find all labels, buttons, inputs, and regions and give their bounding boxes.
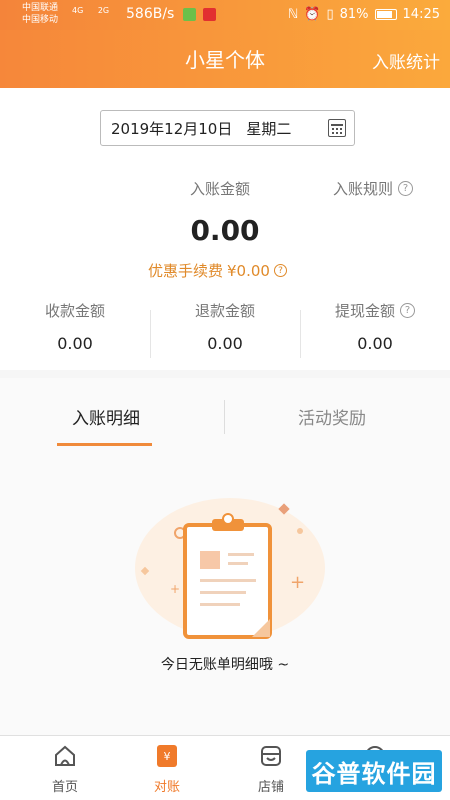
withdraw-value: 0.00 bbox=[357, 334, 393, 353]
battery-icon bbox=[374, 9, 397, 20]
receipt-value: 0.00 bbox=[57, 334, 93, 353]
active-tab-indicator bbox=[57, 443, 152, 446]
svg-text:+: + bbox=[170, 582, 180, 596]
network-1: 4G bbox=[72, 6, 84, 15]
income-rule-link[interactable]: 入账规则 ? bbox=[333, 178, 414, 199]
fee-value: ¥0.00 bbox=[227, 261, 270, 280]
fee-help-icon[interactable]: ? bbox=[273, 264, 287, 277]
date-picker[interactable]: 2019年12月10日 星期二 bbox=[100, 110, 355, 146]
status-bar: 中国联通 中国移动 4G 2G 586B/s ℕ ⏰ ▯ 81% 14:25 bbox=[0, 0, 450, 30]
alarm-icon: ⏰ bbox=[304, 7, 321, 22]
nav-reconcile[interactable]: ¥ 对账 bbox=[132, 736, 202, 800]
reconcile-icon: ¥ bbox=[157, 745, 177, 767]
receipt-column: 收款金额 0.00 bbox=[0, 300, 150, 353]
date-text: 2019年12月10日 bbox=[111, 119, 233, 138]
home-icon bbox=[55, 745, 75, 766]
help-icon: ? bbox=[398, 181, 414, 196]
discount-fee[interactable]: 优惠手续费 ¥0.00 ? bbox=[148, 260, 287, 281]
nav-home-label: 首页 bbox=[51, 780, 78, 795]
tab-income-detail[interactable]: 入账明细 bbox=[72, 404, 140, 429]
calendar-icon[interactable] bbox=[328, 119, 346, 137]
app-notification-icon bbox=[183, 8, 196, 21]
network-2: 2G bbox=[97, 6, 110, 15]
empty-state-text: 今日无账单明细哦 ~ bbox=[160, 657, 290, 673]
withdraw-label: 提现金额 bbox=[334, 302, 395, 320]
withdraw-label-group[interactable]: 提现金额 ? bbox=[335, 300, 415, 321]
store-icon bbox=[261, 746, 281, 766]
weekday-text: 星期二 bbox=[246, 119, 292, 138]
tab-activity-rewards[interactable]: 活动奖励 bbox=[298, 404, 366, 429]
nav-store-label: 店铺 bbox=[257, 780, 284, 795]
refund-column: 退款金额 0.00 bbox=[150, 300, 300, 353]
clock: 14:25 bbox=[402, 7, 440, 22]
fee-label: 优惠手续费 bbox=[148, 262, 224, 280]
tab-divider bbox=[224, 400, 225, 434]
withdraw-help-icon[interactable]: ? bbox=[400, 303, 415, 318]
nfc-icon: ℕ bbox=[287, 7, 299, 22]
carrier-2: 中国移动 bbox=[22, 15, 59, 25]
income-rule-label: 入账规则 bbox=[333, 180, 394, 198]
carrier-names: 中国联通 中国移动 bbox=[22, 2, 58, 26]
refund-value: 0.00 bbox=[207, 334, 243, 353]
app-header: 小星个体 入账统计 bbox=[0, 30, 450, 88]
battery-percent: 81% bbox=[339, 7, 369, 22]
stock-notification-icon bbox=[203, 8, 216, 21]
network-type: 4G 2G bbox=[72, 6, 109, 15]
withdraw-column: 提现金额 ? 0.00 bbox=[300, 300, 450, 353]
detail-tabs: 入账明细 活动奖励 bbox=[0, 378, 450, 448]
receipt-label: 收款金额 bbox=[44, 302, 105, 320]
summary-card: 2019年12月10日 星期二 入账金额 入账规则 ? 0.00 优惠手续费 ¥… bbox=[0, 88, 450, 370]
status-right: ℕ ⏰ ▯ 81% 14:25 bbox=[288, 7, 440, 22]
refund-label: 退款金额 bbox=[194, 302, 255, 320]
nav-home[interactable]: 首页 bbox=[30, 736, 100, 800]
amount-columns: 收款金额 0.00 退款金额 0.00 提现金额 ? 0.00 bbox=[0, 300, 450, 360]
vibrate-icon: ▯ bbox=[326, 7, 334, 22]
nav-store[interactable]: 店铺 bbox=[236, 736, 306, 800]
net-speed: 586B/s bbox=[126, 6, 175, 22]
in-amount-label: 入账金额 bbox=[190, 180, 251, 198]
empty-state: + + 今日无账单明细哦 ~ bbox=[0, 448, 450, 735]
reconcile-glyph: ¥ bbox=[164, 750, 171, 763]
svg-text:+: + bbox=[290, 572, 305, 593]
carrier-1: 中国联通 bbox=[22, 3, 59, 13]
income-stats-link[interactable]: 入账统计 bbox=[372, 48, 440, 73]
nav-reconcile-label: 对账 bbox=[153, 780, 180, 795]
watermark-logo: 谷普软件园 bbox=[306, 750, 442, 792]
empty-clipboard-illustration: + + bbox=[135, 498, 325, 639]
in-amount-value: 0.00 bbox=[190, 214, 260, 247]
